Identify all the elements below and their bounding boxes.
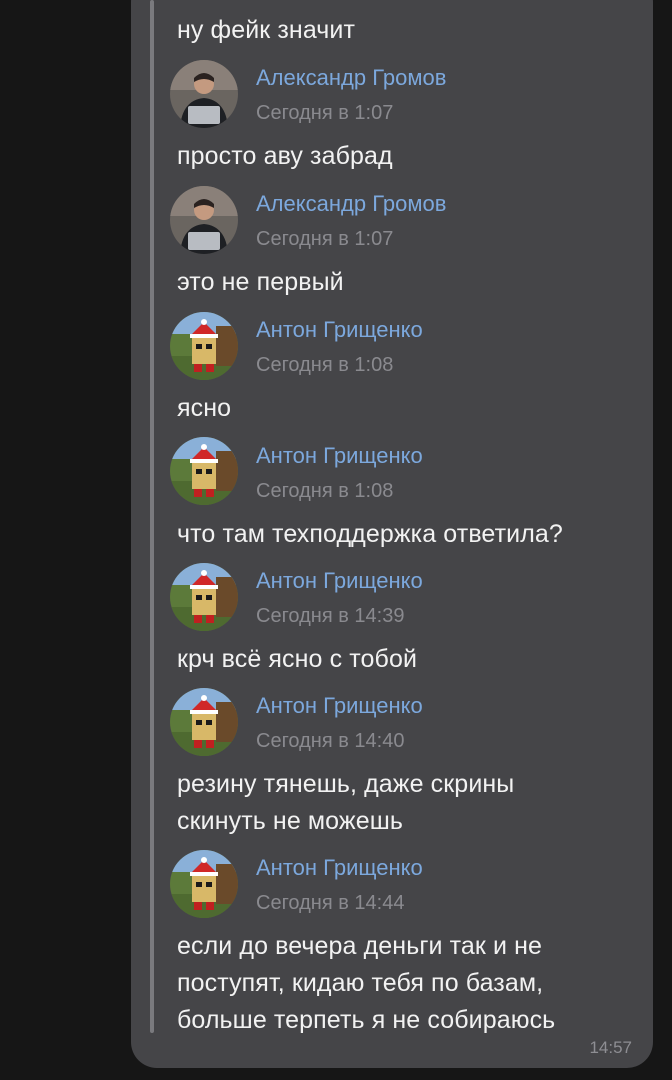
author-name[interactable]: Антон Грищенко bbox=[256, 854, 423, 882]
message-text: ну фейк значит bbox=[177, 16, 356, 44]
message-text: это не первый bbox=[177, 268, 344, 296]
message-date: Сегодня в 1:08 bbox=[256, 480, 394, 502]
message-date: Сегодня в 1:08 bbox=[256, 354, 394, 376]
message-text: просто аву забрад bbox=[177, 142, 393, 170]
author-name[interactable]: Антон Грищенко bbox=[256, 316, 423, 344]
avatar[interactable] bbox=[170, 688, 238, 756]
author-name[interactable]: Антон Грищенко bbox=[256, 692, 423, 720]
avatar[interactable] bbox=[170, 312, 238, 380]
message-date: Сегодня в 1:07 bbox=[256, 228, 394, 250]
avatar[interactable] bbox=[170, 60, 238, 128]
message-date: Сегодня в 14:40 bbox=[256, 730, 405, 752]
forwarded-messages-bar bbox=[150, 0, 154, 1033]
message-text: поступят, кидаю тебя по базам, bbox=[177, 969, 544, 997]
author-name[interactable]: Александр Громов bbox=[256, 190, 446, 218]
author-name[interactable]: Антон Грищенко bbox=[256, 442, 423, 470]
person-avatar-icon bbox=[170, 186, 238, 254]
game-character-avatar-icon bbox=[170, 688, 238, 756]
message-time: 14:57 bbox=[589, 1038, 632, 1057]
avatar[interactable] bbox=[170, 186, 238, 254]
message-date: Сегодня в 14:39 bbox=[256, 605, 405, 627]
game-character-avatar-icon bbox=[170, 850, 238, 918]
message-text: если до вечера деньги так и не bbox=[177, 932, 543, 960]
message-text: что там техподдержка ответила? bbox=[177, 520, 563, 548]
message-text: резину тянешь, даже скрины bbox=[177, 770, 515, 798]
avatar[interactable] bbox=[170, 437, 238, 505]
avatar[interactable] bbox=[170, 563, 238, 631]
author-name[interactable]: Александр Громов bbox=[256, 64, 446, 92]
game-character-avatar-icon bbox=[170, 312, 238, 380]
message-date: Сегодня в 14:44 bbox=[256, 892, 405, 914]
message-text: ясно bbox=[177, 394, 232, 422]
message-text: крч всё ясно с тобой bbox=[177, 645, 418, 673]
message-text: больше терпеть я не собираюсь bbox=[177, 1006, 556, 1034]
author-name[interactable]: Антон Грищенко bbox=[256, 567, 423, 595]
game-character-avatar-icon bbox=[170, 563, 238, 631]
message-text: скинуть не можешь bbox=[177, 807, 404, 835]
avatar[interactable] bbox=[170, 850, 238, 918]
person-avatar-icon bbox=[170, 60, 238, 128]
message-date: Сегодня в 1:07 bbox=[256, 102, 394, 124]
chat-screen: ну фейк значит Александр Громов Сегодня … bbox=[0, 0, 672, 1080]
game-character-avatar-icon bbox=[170, 437, 238, 505]
